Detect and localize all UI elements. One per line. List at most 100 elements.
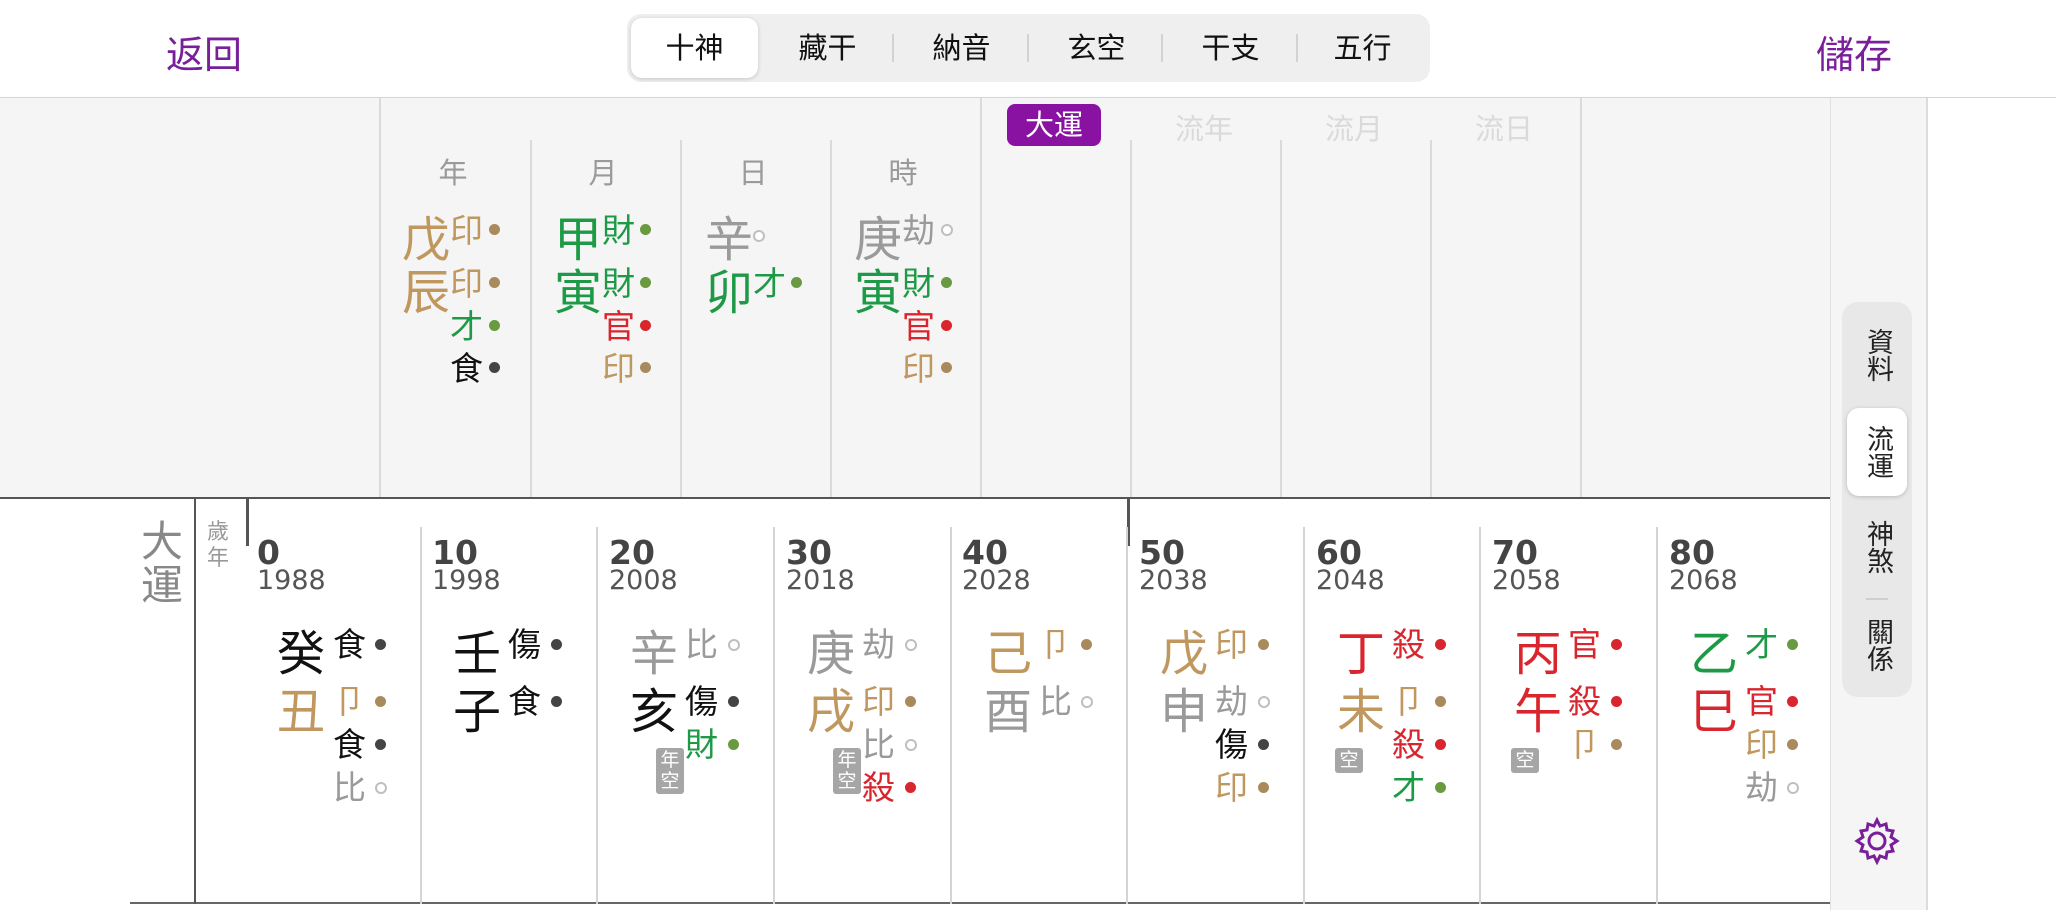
dayun-year: 2048 — [1316, 565, 1385, 596]
side-nav: 資料 流運 神煞 關係 — [1842, 302, 1912, 697]
dayun-god: 食 — [333, 625, 366, 664]
dayun-year: 2068 — [1669, 565, 1738, 596]
element-dot — [941, 362, 952, 373]
current-marker — [246, 498, 249, 546]
age-year-label: 歲年 — [207, 520, 230, 571]
column-divider — [1430, 140, 1432, 498]
column-divider — [830, 140, 832, 498]
dayun-stem: 丁 — [1337, 626, 1386, 682]
dayun-god: 卩 — [333, 682, 366, 721]
sidebar-item-data[interactable]: 資料 — [1842, 320, 1912, 390]
right-edge — [1926, 98, 2056, 910]
element-dot — [1081, 639, 1092, 650]
dayun-god: 印 — [1745, 725, 1778, 764]
dayun-god: 卩 — [1039, 625, 1072, 664]
element-dot — [1611, 739, 1622, 750]
tab-shishen[interactable]: 十神 — [631, 18, 758, 78]
dayun-god: 劫 — [862, 625, 895, 664]
element-dot — [1258, 739, 1269, 750]
dayun-god: 殺 — [1392, 725, 1425, 764]
tab-liuri[interactable]: 流日 — [1429, 106, 1579, 148]
column-divider — [1656, 527, 1658, 904]
tab-liunian[interactable]: 流年 — [1129, 106, 1279, 148]
dayun-stem: 庚 — [807, 626, 856, 682]
dayun-section-label: 大運 — [141, 517, 184, 610]
column-divider — [596, 527, 598, 904]
dayun-branch: 子 — [453, 684, 502, 740]
kong-badge: 年空 — [833, 748, 861, 794]
element-dot — [791, 277, 802, 288]
hour-god-3: 官 — [902, 307, 935, 346]
element-dot — [905, 696, 916, 707]
dayun-branch: 丑 — [277, 684, 326, 740]
segment-divider — [1027, 34, 1029, 62]
hour-god-4: 印 — [902, 349, 935, 388]
dayun-god: 財 — [685, 725, 718, 764]
dayun-god: 官 — [1745, 682, 1778, 721]
element-dot — [1787, 696, 1798, 707]
day-god-1: 才 — [753, 264, 786, 303]
dayun-stem: 壬 — [453, 626, 502, 682]
year-stem: 戊 — [402, 212, 451, 268]
dayun-stem: 戊 — [1160, 626, 1209, 682]
dayun-god: 劫 — [1745, 768, 1778, 807]
element-dot — [905, 782, 916, 793]
tab-dayun[interactable]: 大運 — [1007, 104, 1101, 146]
tab-canggan[interactable]: 藏干 — [764, 18, 891, 78]
element-dot — [941, 224, 953, 236]
dayun-god: 食 — [508, 682, 541, 721]
segment-divider — [1161, 34, 1163, 62]
dayun-year: 1988 — [257, 565, 326, 596]
column-divider — [1126, 527, 1128, 904]
sidebar-item-relations[interactable]: 關係 — [1842, 610, 1912, 680]
tab-ganzhi[interactable]: 干支 — [1167, 18, 1294, 78]
dayun-branch: 酉 — [984, 684, 1033, 740]
element-dot — [1258, 639, 1269, 650]
dayun-god: 殺 — [1392, 625, 1425, 664]
tab-nayin[interactable]: 納音 — [898, 18, 1025, 78]
kong-badge: 空 — [1511, 748, 1539, 773]
dayun-god: 才 — [1392, 768, 1425, 807]
sidebar-item-shensha[interactable]: 神煞 — [1842, 512, 1912, 582]
year-god-2: 印 — [450, 264, 483, 303]
dayun-stem: 乙 — [1690, 626, 1739, 682]
element-dot — [489, 277, 500, 288]
view-segmented-control: 十神 藏干 納音 玄空 干支 五行 — [627, 14, 1430, 82]
element-dot — [905, 739, 917, 751]
element-dot — [551, 696, 562, 707]
dayun-god: 印 — [862, 682, 895, 721]
header-month: 月 — [588, 156, 618, 190]
dayun-god: 傷 — [1215, 725, 1248, 764]
element-dot — [640, 277, 651, 288]
column-divider — [530, 140, 532, 498]
element-dot — [489, 362, 500, 373]
tab-liuyue[interactable]: 流月 — [1279, 106, 1429, 148]
dayun-year: 1998 — [432, 565, 501, 596]
element-dot — [640, 224, 651, 235]
dayun-god: 比 — [862, 725, 895, 764]
element-dot — [905, 639, 917, 651]
element-dot — [1787, 739, 1798, 750]
element-dot — [1611, 639, 1622, 650]
element-dot — [375, 696, 386, 707]
gear-icon[interactable] — [1852, 816, 1902, 866]
element-dot — [1258, 782, 1269, 793]
dayun-year: 2058 — [1492, 565, 1561, 596]
dayun-branch: 未 — [1337, 684, 1386, 740]
tab-xuankong[interactable]: 玄空 — [1033, 18, 1160, 78]
column-divider — [950, 527, 952, 904]
dayun-branch: 亥 — [630, 684, 679, 740]
back-button[interactable]: 返回 — [166, 24, 242, 79]
element-dot — [1611, 696, 1622, 707]
dayun-god: 卩 — [1568, 725, 1601, 764]
dayun-god: 比 — [1039, 682, 1072, 721]
element-dot — [1435, 639, 1446, 650]
element-dot — [941, 320, 952, 331]
dayun-god: 印 — [1215, 625, 1248, 664]
tab-wuxing[interactable]: 五行 — [1299, 18, 1426, 78]
year-branch: 辰 — [402, 265, 451, 321]
sidebar-item-liuyun[interactable]: 流運 — [1847, 408, 1907, 496]
dayun-god: 傷 — [685, 682, 718, 721]
save-button[interactable]: 儲存 — [1816, 24, 1892, 79]
hour-god-2: 財 — [902, 264, 935, 303]
